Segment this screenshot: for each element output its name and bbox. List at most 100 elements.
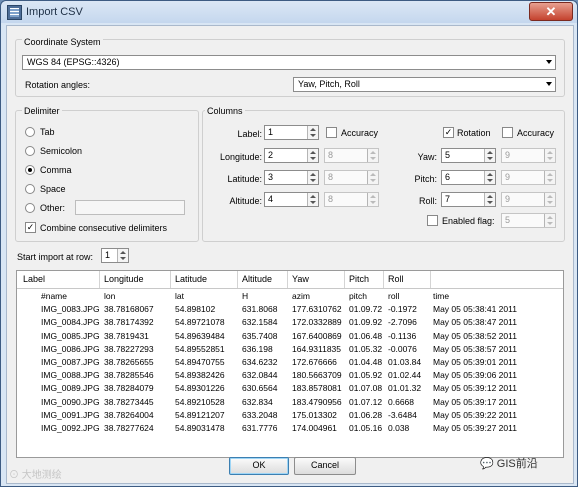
yaw-accuracy-spinner: 9: [501, 148, 556, 163]
cell-yaw: 180.5663709: [292, 370, 342, 381]
rotation-accuracy-label: Accuracy: [517, 128, 555, 138]
cell-altitude: 636.198: [242, 343, 273, 354]
table-row[interactable]: IMG_0090.JPG 38.78273445 54.89210528 632.83…: [17, 397, 563, 410]
yaw-label: Yaw:: [417, 152, 437, 162]
cell-label: IMG_0088.JPG: [41, 370, 100, 381]
latitude-spinner[interactable]: 3: [264, 170, 319, 185]
cell-altitude: 634.6232: [242, 357, 278, 367]
table-row[interactable]: IMG_0092.JPG 38.78277624 54.89031478 631.77…: [17, 423, 563, 436]
longitude-accuracy-spinner: 8: [324, 148, 379, 163]
cell-altitude: 632.0844: [242, 370, 278, 381]
col-header-label[interactable]: Label: [23, 274, 45, 284]
column-divider[interactable]: [237, 271, 238, 288]
altitude-value: 4: [268, 194, 274, 204]
col-header-longitude[interactable]: Longitude: [104, 274, 144, 284]
roll-spinner[interactable]: 7: [441, 192, 496, 207]
column-divider[interactable]: [430, 271, 431, 288]
cell-yaw: 183.4790956: [292, 396, 342, 407]
table-row[interactable]: IMG_0087.JPG 38.78265655 54.89470755 634.62…: [17, 357, 563, 370]
rotation-angles-label: Rotation angles:: [25, 80, 91, 90]
label-column-spinner[interactable]: 1: [264, 125, 319, 140]
cell-latitude: 54.89470755: [175, 357, 225, 367]
column-divider[interactable]: [287, 271, 288, 288]
app-icon: [7, 5, 22, 20]
column-divider[interactable]: [383, 271, 384, 288]
radio-comma-label: Comma: [40, 165, 72, 175]
rotation-checkbox[interactable]: ✓: [443, 127, 454, 138]
cell-longitude: lon: [104, 291, 116, 301]
table-row[interactable]: IMG_0083.JPG 38.78168067 54.898102 631.8068…: [17, 304, 563, 317]
table-row[interactable]: IMG_0089.JPG 38.78284079 54.89301226 630.65…: [17, 383, 563, 396]
enabled-flag-checkbox[interactable]: [427, 215, 438, 226]
combine-delimiters-checkbox[interactable]: ✓: [25, 222, 36, 233]
column-divider[interactable]: [99, 271, 100, 288]
col-header-altitude[interactable]: Altitude: [242, 274, 272, 284]
cell-latitude: 54.89031478: [175, 423, 225, 433]
longitude-accuracy-value: 8: [328, 150, 334, 160]
crs-select[interactable]: WGS 84 (EPSG::4326): [22, 55, 556, 70]
rotation-accuracy-checkbox[interactable]: [502, 127, 513, 138]
spinner-arrows-icon[interactable]: [484, 149, 495, 162]
spinner-arrows-icon[interactable]: [484, 193, 495, 206]
other-delimiter-input[interactable]: [75, 200, 185, 215]
latitude-value: 3: [268, 172, 274, 182]
cell-roll: -2.7096: [388, 317, 417, 328]
column-divider[interactable]: [344, 271, 345, 288]
longitude-spinner[interactable]: 2: [264, 148, 319, 163]
spinner-arrows-icon: [367, 193, 378, 206]
cell-pitch: pitch: [349, 291, 367, 301]
enabled-flag-spinner: 5: [501, 213, 556, 228]
radio-tab[interactable]: [25, 127, 35, 137]
table-row[interactable]: #name lon lat Hazim pitch roll time: [17, 291, 563, 304]
preview-table[interactable]: Label Longitude Latitude Altitude Yaw Pi…: [16, 270, 564, 458]
column-divider[interactable]: [170, 271, 171, 288]
cell-longitude: 38.78265655: [104, 357, 154, 367]
close-button[interactable]: ✕: [529, 2, 573, 21]
radio-space[interactable]: [25, 184, 35, 194]
table-row[interactable]: IMG_0084.JPG 38.78174392 54.89721078 632.15…: [17, 317, 563, 330]
radio-other[interactable]: [25, 203, 35, 213]
radio-comma[interactable]: [25, 165, 35, 175]
title-bar[interactable]: Import CSV ✕: [1, 1, 577, 23]
col-header-yaw[interactable]: Yaw: [292, 274, 309, 284]
accuracy-checkbox[interactable]: [326, 127, 337, 138]
col-header-roll[interactable]: Roll: [388, 274, 404, 284]
spinner-arrows-icon[interactable]: [307, 193, 318, 206]
spinner-arrows-icon: [544, 193, 555, 206]
table-row[interactable]: IMG_0086.JPG 38.78227293 54.89552851 636.19…: [17, 344, 563, 357]
radio-semicolon-label: Semicolon: [40, 146, 83, 156]
label-column-label: Label:: [237, 129, 262, 139]
radio-semicolon[interactable]: [25, 146, 35, 156]
spinner-arrows-icon[interactable]: [307, 171, 318, 184]
altitude-spinner[interactable]: 4: [264, 192, 319, 207]
combine-delimiters-label: Combine consecutive delimiters: [40, 223, 168, 233]
cell-longitude: 38.78285546: [104, 370, 154, 381]
col-header-pitch[interactable]: Pitch: [349, 274, 369, 284]
yaw-spinner[interactable]: 5: [441, 148, 496, 163]
pitch-label: Pitch:: [414, 174, 437, 184]
cell-latitude: 54.89121207: [175, 409, 225, 420]
start-row-spinner[interactable]: 1: [101, 248, 129, 263]
cell-label: IMG_0090.JPG: [41, 396, 100, 407]
longitude-label: Longitude:: [219, 152, 262, 162]
col-header-latitude[interactable]: Latitude: [175, 274, 207, 284]
cell-roll: -0.1136: [388, 330, 417, 341]
spinner-arrows-icon[interactable]: [484, 171, 495, 184]
table-row[interactable]: IMG_0091.JPG 38.78264004 54.89121207 633.20…: [17, 410, 563, 423]
table-row[interactable]: IMG_0088.JPG 38.78285546 54.89382426 632.08…: [17, 370, 563, 383]
cell-label: IMG_0083.JPG: [41, 304, 100, 315]
table-row[interactable]: IMG_0085.JPG 38.7819431 54.89639484 635.740…: [17, 331, 563, 344]
spinner-arrows-icon[interactable]: [307, 149, 318, 162]
rotation-angles-select[interactable]: Yaw, Pitch, Roll: [293, 77, 556, 92]
spinner-arrows-icon[interactable]: [307, 126, 318, 139]
cell-label: #name: [41, 291, 67, 301]
cancel-button[interactable]: Cancel: [294, 457, 356, 475]
cell-pitch: 01.07.12: [349, 396, 383, 407]
cell-yaw: 172.0332889: [292, 317, 342, 328]
cell-yaw: 175.013302: [292, 409, 337, 420]
window-title: Import CSV: [26, 6, 83, 18]
pitch-spinner[interactable]: 6: [441, 170, 496, 185]
ok-button[interactable]: OK: [229, 457, 289, 475]
cell-pitch: 01.05.32: [349, 343, 383, 354]
spinner-arrows-icon[interactable]: [117, 249, 128, 262]
